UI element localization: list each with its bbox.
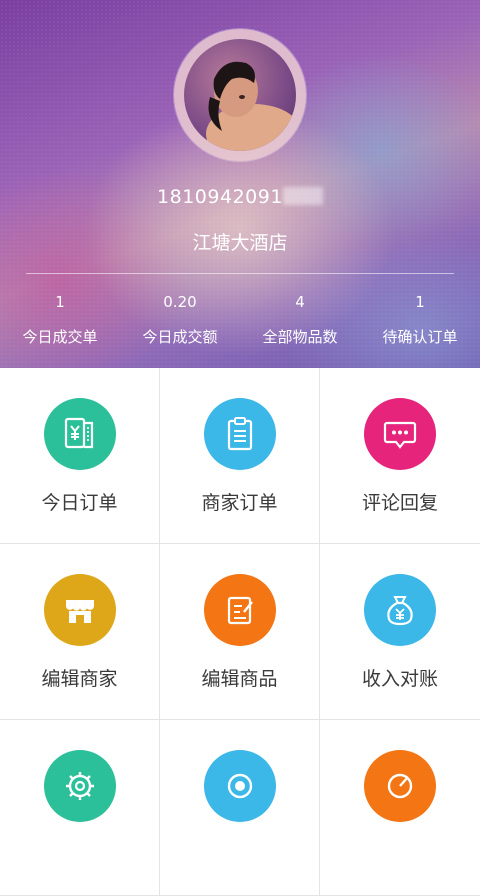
account-phone-text: 1810942091 — [157, 186, 283, 208]
stat-label: 今日成交单 — [22, 328, 98, 346]
stat-label: 全部物品数 — [262, 328, 338, 346]
menu-item-settings[interactable] — [0, 720, 160, 896]
menu-icon-circle — [364, 398, 436, 470]
store-name: 江塘大酒店 — [192, 232, 288, 254]
chat-bubble-icon — [383, 421, 417, 449]
eye-icon — [227, 773, 253, 799]
stat-today-orders[interactable]: 1 今日成交单 — [0, 290, 120, 356]
gauge-icon — [387, 773, 413, 799]
clipboard-icon — [227, 417, 253, 451]
menu-item-label: 今日订单 — [41, 492, 118, 514]
menu-item-edit-merchant[interactable]: 编辑商家 — [0, 544, 160, 720]
menu-icon-circle — [44, 574, 116, 646]
menu-item-label: 商家订单 — [201, 492, 278, 514]
stat-value: 1 — [415, 293, 425, 311]
avatar-frame[interactable] — [174, 29, 306, 161]
menu-item-edit-product[interactable]: 编辑商品 — [160, 544, 320, 720]
stat-label: 待确认订单 — [382, 328, 458, 346]
menu-item-label: 编辑商家 — [41, 668, 118, 690]
money-bag-icon — [387, 596, 413, 626]
stats-bar: 1 今日成交单 0.20 今日成交额 4 全部物品数 1 待确认订单 — [0, 290, 480, 356]
profile-header: 1810942091 江塘大酒店 1 今日成交单 0.20 今日成交额 4 全部… — [0, 0, 480, 368]
account-phone: 1810942091 — [0, 186, 480, 208]
stat-value: 0.20 — [163, 293, 197, 311]
header-divider — [26, 273, 454, 274]
stat-label: 今日成交额 — [142, 328, 218, 346]
stat-value: 4 — [295, 293, 305, 311]
menu-icon-circle — [204, 574, 276, 646]
menu-icon-circle — [204, 398, 276, 470]
avatar[interactable] — [184, 39, 296, 151]
yuan-receipt-icon — [64, 417, 94, 449]
menu-item-label: 编辑商品 — [201, 668, 278, 690]
edit-note-icon — [227, 596, 253, 625]
menu-item-income-reconcile[interactable]: 收入对账 — [320, 544, 480, 720]
menu-grid: 今日订单 商家订单 评论回复 编辑商家 编辑商品 收入对账 — [0, 368, 480, 896]
menu-icon-circle — [44, 398, 116, 470]
menu-icon-circle — [364, 574, 436, 646]
storefront-icon — [66, 600, 94, 623]
menu-item-label: 评论回复 — [361, 492, 438, 514]
menu-icon-circle — [204, 750, 276, 822]
menu-icon-circle — [364, 750, 436, 822]
menu-item-review-reply[interactable]: 评论回复 — [320, 368, 480, 544]
menu-item-merchant-orders[interactable]: 商家订单 — [160, 368, 320, 544]
menu-item-today-orders[interactable]: 今日订单 — [0, 368, 160, 544]
stat-today-amount[interactable]: 0.20 今日成交额 — [120, 290, 240, 356]
menu-item-statistics[interactable] — [320, 720, 480, 896]
menu-item-preview[interactable] — [160, 720, 320, 896]
gear-icon — [66, 772, 94, 800]
masked-digits — [282, 187, 323, 205]
avatar-image — [206, 61, 296, 151]
stat-value: 1 — [55, 293, 65, 311]
stat-all-items[interactable]: 4 全部物品数 — [240, 290, 360, 356]
stat-pending-orders[interactable]: 1 待确认订单 — [360, 290, 480, 356]
menu-icon-circle — [44, 750, 116, 822]
menu-item-label: 收入对账 — [361, 668, 438, 690]
